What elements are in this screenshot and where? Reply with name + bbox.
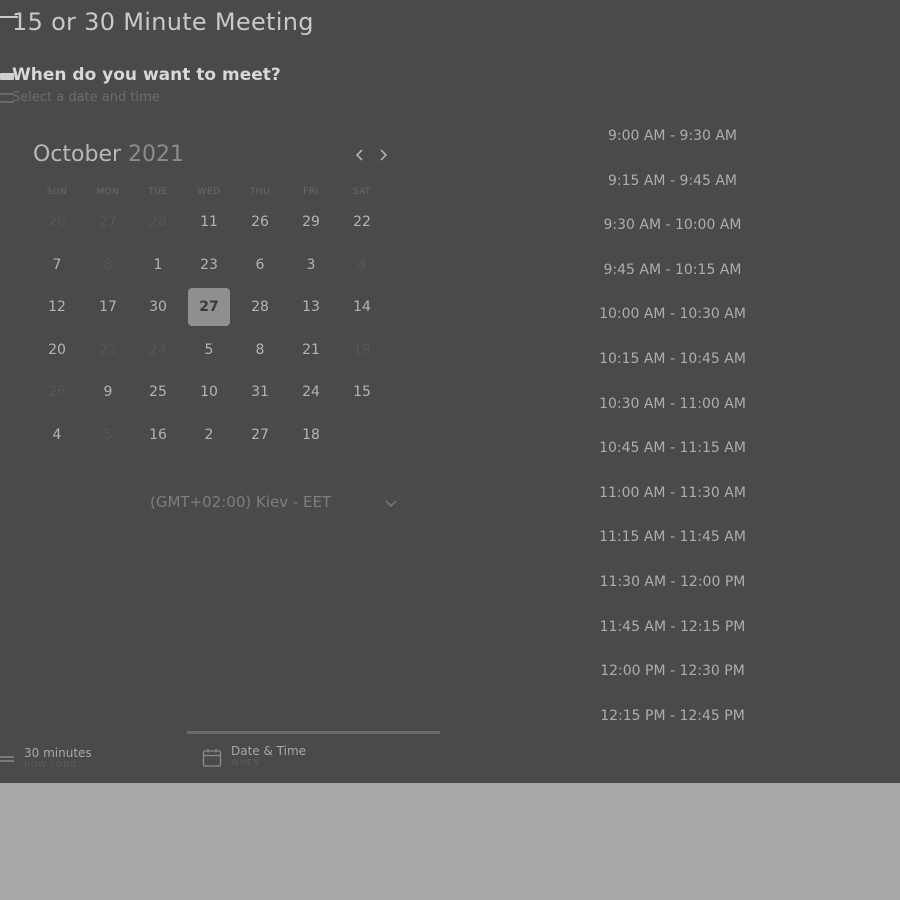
- calendar-day[interactable]: 8: [239, 331, 281, 369]
- calendar-day[interactable]: 31: [239, 373, 281, 411]
- calendar-day[interactable]: 11: [188, 203, 230, 241]
- calendar-day[interactable]: 23: [188, 246, 230, 284]
- calendar-day[interactable]: 12: [36, 288, 78, 326]
- calendar-day: 4: [357, 257, 367, 273]
- calendar-day-selected[interactable]: 27: [188, 288, 230, 326]
- time-slot-button[interactable]: 10:00 AM - 10:30 AM: [580, 299, 765, 329]
- calendar-day: 22: [99, 342, 117, 358]
- calendar-day: 26: [48, 214, 66, 230]
- calendar-day[interactable]: 16: [137, 416, 179, 454]
- weekday-label: MON: [96, 187, 120, 197]
- weekday-label: FRI: [303, 187, 319, 197]
- calendar-day[interactable]: 17: [87, 288, 129, 326]
- calendar-day: 24: [149, 342, 167, 358]
- time-slot-button[interactable]: 9:15 AM - 9:45 AM: [580, 166, 765, 196]
- weekday-label: SAT: [352, 187, 372, 197]
- chevron-left-icon: [355, 149, 363, 161]
- calendar-day[interactable]: 14: [341, 288, 383, 326]
- timezone-select[interactable]: (GMT+02:00) Kiev - EET: [150, 493, 410, 515]
- weekday-label: TUE: [148, 187, 168, 197]
- calendar-day[interactable]: 2: [188, 416, 230, 454]
- scheduler-window: 15 or 30 Minute Meeting When do you want…: [0, 0, 900, 783]
- duration-icon: [0, 756, 14, 762]
- calendar-day[interactable]: 27: [239, 416, 281, 454]
- chevron-down-icon: [385, 500, 397, 507]
- calendar-day[interactable]: 26: [239, 203, 281, 241]
- calendar-day[interactable]: 18: [290, 416, 332, 454]
- calendar-day[interactable]: 28: [239, 288, 281, 326]
- calendar-day: 19: [353, 342, 371, 358]
- time-slot-button[interactable]: 9:00 AM - 9:30 AM: [580, 121, 765, 151]
- page-hint: Select a date and time: [12, 90, 160, 105]
- calendar-day: 28: [149, 214, 167, 230]
- step-datetime-sub: WHEN: [231, 758, 260, 767]
- calendar-day[interactable]: 13: [290, 288, 332, 326]
- calendar-day[interactable]: 24: [290, 373, 332, 411]
- calendar-day[interactable]: 7: [36, 246, 78, 284]
- page-footer-area: [0, 783, 900, 900]
- calendar-day[interactable]: 9: [87, 373, 129, 411]
- weekday-label: WED: [197, 187, 221, 197]
- time-slot-button[interactable]: 12:00 PM - 12:30 PM: [580, 656, 765, 686]
- calendar-month: October: [33, 142, 122, 167]
- page-title: 15 or 30 Minute Meeting: [12, 8, 314, 36]
- time-slot-button[interactable]: 12:15 PM - 12:45 PM: [580, 701, 765, 731]
- time-slot-button[interactable]: 11:45 AM - 12:15 PM: [580, 612, 765, 642]
- calendar-day[interactable]: 6: [239, 246, 281, 284]
- time-slot-button[interactable]: 10:15 AM - 10:45 AM: [580, 344, 765, 374]
- calendar-day[interactable]: 3: [290, 246, 332, 284]
- calendar-day[interactable]: 20: [36, 331, 78, 369]
- calendar-day[interactable]: 29: [290, 203, 332, 241]
- time-slot-button[interactable]: 10:30 AM - 11:00 AM: [580, 389, 765, 419]
- calendar-day[interactable]: 22: [341, 203, 383, 241]
- time-slot-button[interactable]: 9:30 AM - 10:00 AM: [580, 210, 765, 240]
- chevron-right-icon: [380, 149, 388, 161]
- step-datetime[interactable]: Date & Time WHEN: [231, 744, 306, 767]
- weekday-label: THU: [249, 187, 271, 197]
- calendar-day[interactable]: 15: [341, 373, 383, 411]
- step-duration-title: 30 minutes: [24, 746, 92, 760]
- time-slot-button[interactable]: 10:45 AM - 11:15 AM: [580, 433, 765, 463]
- prev-month-button[interactable]: [350, 144, 370, 166]
- calendar-day[interactable]: 5: [188, 331, 230, 369]
- calendar-year: 2021: [128, 142, 185, 167]
- time-slot-button[interactable]: 11:30 AM - 12:00 PM: [580, 567, 765, 597]
- time-slot-button[interactable]: 11:15 AM - 11:45 AM: [580, 522, 765, 552]
- step-duration[interactable]: 30 minutes HOW LONG: [24, 746, 92, 769]
- time-slot-button[interactable]: 11:00 AM - 11:30 AM: [580, 478, 765, 508]
- calendar-day[interactable]: 21: [290, 331, 332, 369]
- calendar-day[interactable]: 25: [137, 373, 179, 411]
- calendar-day[interactable]: 30: [137, 288, 179, 326]
- calendar-day[interactable]: 4: [36, 416, 78, 454]
- calendar-day: 5: [103, 427, 113, 443]
- next-month-button[interactable]: [373, 144, 393, 166]
- active-step-indicator: [187, 731, 440, 734]
- calendar-day[interactable]: 1: [137, 246, 179, 284]
- calendar-day: 27: [99, 214, 117, 230]
- calendar-day[interactable]: 10: [188, 373, 230, 411]
- step-duration-sub: HOW LONG: [24, 760, 78, 769]
- timezone-value: (GMT+02:00) Kiev - EET: [150, 493, 332, 511]
- weekday-label: SUN: [46, 187, 68, 197]
- calendar-month-label: October 2021: [33, 142, 184, 167]
- time-slot-button[interactable]: 9:45 AM - 10:15 AM: [580, 255, 765, 285]
- page-subtitle: When do you want to meet?: [12, 65, 281, 85]
- step-datetime-title: Date & Time: [231, 744, 307, 758]
- calendar-icon: [202, 749, 222, 767]
- calendar-day: 8: [103, 257, 113, 273]
- calendar-day: 26: [48, 384, 66, 400]
